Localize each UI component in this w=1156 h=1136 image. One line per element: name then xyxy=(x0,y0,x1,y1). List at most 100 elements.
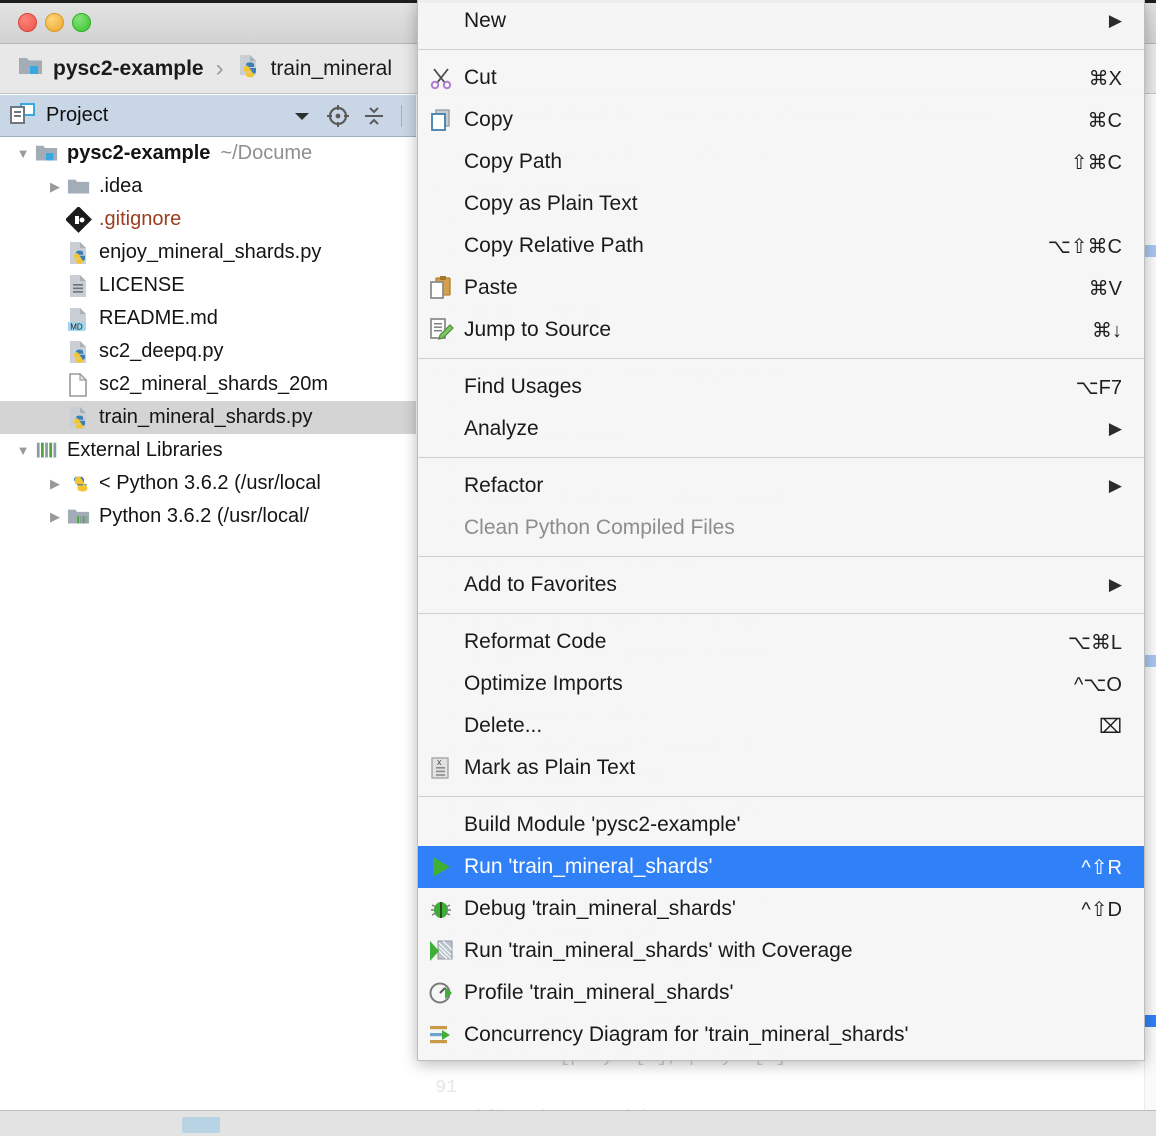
menu-separator xyxy=(418,613,1144,614)
tree-row[interactable]: ▶ .idea xyxy=(0,170,416,203)
tree-row[interactable]: ▶ < Python 3.6.2 (/usr/local xyxy=(0,467,416,500)
project-folder-icon xyxy=(34,142,60,166)
project-window-icon xyxy=(10,102,36,129)
text-file-icon xyxy=(66,273,92,299)
menu-item[interactable]: Delete... ⌧ xyxy=(418,705,1144,747)
python-file-icon xyxy=(66,339,92,365)
concurrency-icon xyxy=(418,1022,464,1048)
tree-row[interactable]: enjoy_mineral_shards.py xyxy=(0,236,416,269)
menu-item[interactable]: Copy as Plain Text xyxy=(418,183,1144,225)
library-icon xyxy=(34,439,60,463)
menu-item[interactable]: Optimize Imports ^⌥O xyxy=(418,663,1144,705)
menu-item[interactable]: Analyze ▶ xyxy=(418,408,1144,450)
menu-item-label: Jump to Source xyxy=(464,318,612,341)
menu-item-label: Clean Python Compiled Files xyxy=(464,516,735,539)
plain-text-icon: x xyxy=(418,755,464,781)
tree-row[interactable]: .gitignore xyxy=(0,203,416,236)
tree-row-label: train_mineral_shards.py xyxy=(99,406,313,428)
chevron-down-icon[interactable]: ▼ xyxy=(12,146,34,161)
chevron-down-icon[interactable] xyxy=(289,103,315,129)
menu-item-label: Profile 'train_mineral_shards' xyxy=(464,981,734,1004)
menu-item-label: Concurrency Diagram for 'train_mineral_s… xyxy=(464,1023,909,1046)
tree-row[interactable]: train_mineral_shards.py xyxy=(0,401,416,434)
menu-item-label: Refactor xyxy=(464,474,544,497)
tree-row[interactable]: MD README.md xyxy=(0,302,416,335)
menu-item-label: Mark as Plain Text xyxy=(464,756,636,779)
menu-item[interactable]: Paste ⌘V xyxy=(418,267,1144,309)
menu-item[interactable]: Reformat Code ⌥⌘L xyxy=(418,621,1144,663)
paste-icon xyxy=(418,275,464,301)
menu-item-shortcut: ⌘V xyxy=(1088,277,1122,300)
menu-item[interactable]: Cut ⌘X xyxy=(418,57,1144,99)
python-file-icon xyxy=(66,240,92,266)
blank-file-icon xyxy=(66,372,92,398)
coverage-icon xyxy=(418,938,464,964)
menu-item[interactable]: Build Module 'pysc2-example' xyxy=(418,804,1144,846)
marker xyxy=(1145,245,1156,257)
menu-item[interactable]: Jump to Source ⌘↓ xyxy=(418,309,1144,351)
tree-row-path: ~/Docume xyxy=(220,142,313,164)
maximize-button[interactable] xyxy=(72,13,91,32)
divider xyxy=(401,104,402,127)
menu-item[interactable]: Refactor ▶ xyxy=(418,465,1144,507)
tree-row[interactable]: ▶ Python 3.6.2 (/usr/local/ xyxy=(0,500,416,533)
python-file-icon xyxy=(236,53,262,84)
project-tree[interactable]: ▼ pysc2-example ~/Docume ▶ .idea .gitignore en… xyxy=(0,137,416,1110)
tool-chip[interactable] xyxy=(182,1117,220,1133)
tree-row-label: Python 3.6.2 (/usr/local/ xyxy=(99,505,310,527)
submenu-arrow-icon: ▶ xyxy=(1108,11,1122,30)
submenu-arrow-icon: ▶ xyxy=(1108,575,1122,594)
menu-item[interactable]: Concurrency Diagram for 'train_mineral_s… xyxy=(418,1014,1144,1056)
chevron-right-icon[interactable]: ▶ xyxy=(44,179,66,195)
menu-separator xyxy=(418,796,1144,797)
target-icon[interactable] xyxy=(325,103,351,129)
chevron-right-icon[interactable]: ▶ xyxy=(44,476,66,492)
menu-item-label: Cut xyxy=(464,66,497,89)
menu-item[interactable]: Copy Path ⇧⌘C xyxy=(418,141,1144,183)
breadcrumb-item-project[interactable]: pysc2-example xyxy=(18,55,204,82)
menu-item[interactable]: Debug 'train_mineral_shards' ^⇧D xyxy=(418,888,1144,930)
menu-separator xyxy=(418,358,1144,359)
collapse-all-icon[interactable] xyxy=(361,103,387,129)
menu-item[interactable]: Add to Favorites ▶ xyxy=(418,564,1144,606)
context-menu[interactable]: New ▶ Cut ⌘X Copy ⌘C Copy Path ⇧⌘C Copy as Plain… xyxy=(417,0,1145,1061)
menu-item-shortcut: ⇧⌘C xyxy=(1070,151,1122,174)
menu-item-label: Copy Relative Path xyxy=(464,234,644,257)
tree-row[interactable]: ▼ External Libraries xyxy=(0,434,416,467)
menu-item[interactable]: Find Usages ⌥F7 xyxy=(418,366,1144,408)
tree-row[interactable]: ▼ pysc2-example ~/Docume xyxy=(0,137,416,170)
menu-item[interactable]: Copy Relative Path ⌥⇧⌘C xyxy=(418,225,1144,267)
menu-item[interactable]: Run 'train_mineral_shards' with Coverage xyxy=(418,930,1144,972)
menu-item-label: Build Module 'pysc2-example' xyxy=(464,813,741,836)
bottom-tool-strip xyxy=(0,1110,1156,1136)
tree-row[interactable]: sc2_mineral_shards_20m xyxy=(0,368,416,401)
marker xyxy=(1145,1015,1156,1027)
menu-item[interactable]: Copy ⌘C xyxy=(418,99,1144,141)
menu-item[interactable]: x Mark as Plain Text xyxy=(418,747,1144,789)
tree-row[interactable]: sc2_deepq.py xyxy=(0,335,416,368)
traffic-lights xyxy=(18,13,91,32)
menu-item[interactable]: Run 'train_mineral_shards' ^⇧R xyxy=(418,846,1144,888)
chevron-down-icon[interactable]: ▼ xyxy=(12,443,34,458)
close-button[interactable] xyxy=(18,13,37,32)
tree-row-label: < Python 3.6.2 (/usr/local xyxy=(99,472,321,494)
jump-source-icon xyxy=(418,317,464,343)
menu-item-shortcut: ⌥⇧⌘C xyxy=(1047,235,1122,258)
editor-marker-bar[interactable] xyxy=(1144,95,1156,1110)
menu-separator xyxy=(418,49,1144,50)
menu-item: Clean Python Compiled Files xyxy=(418,507,1144,549)
tree-row-label: .gitignore xyxy=(99,208,182,230)
menu-item[interactable]: New ▶ xyxy=(418,0,1144,42)
folder-icon xyxy=(66,175,92,199)
menu-item-shortcut: ⌥F7 xyxy=(1075,376,1122,399)
breadcrumb-item-file[interactable]: train_mineral xyxy=(236,53,392,84)
minimize-button[interactable] xyxy=(45,13,64,32)
menu-item-shortcut: ⌘C xyxy=(1087,109,1122,132)
chevron-right-icon[interactable]: ▶ xyxy=(44,509,66,525)
menu-item-label: Optimize Imports xyxy=(464,672,623,695)
markdown-file-icon: MD xyxy=(66,306,92,332)
menu-item[interactable]: Profile 'train_mineral_shards' xyxy=(418,972,1144,1014)
tree-row[interactable]: LICENSE xyxy=(0,269,416,302)
menu-item-label: Copy Path xyxy=(464,150,563,173)
code-line: 92if(action == 0)/ # xyxy=(417,1103,1156,1111)
